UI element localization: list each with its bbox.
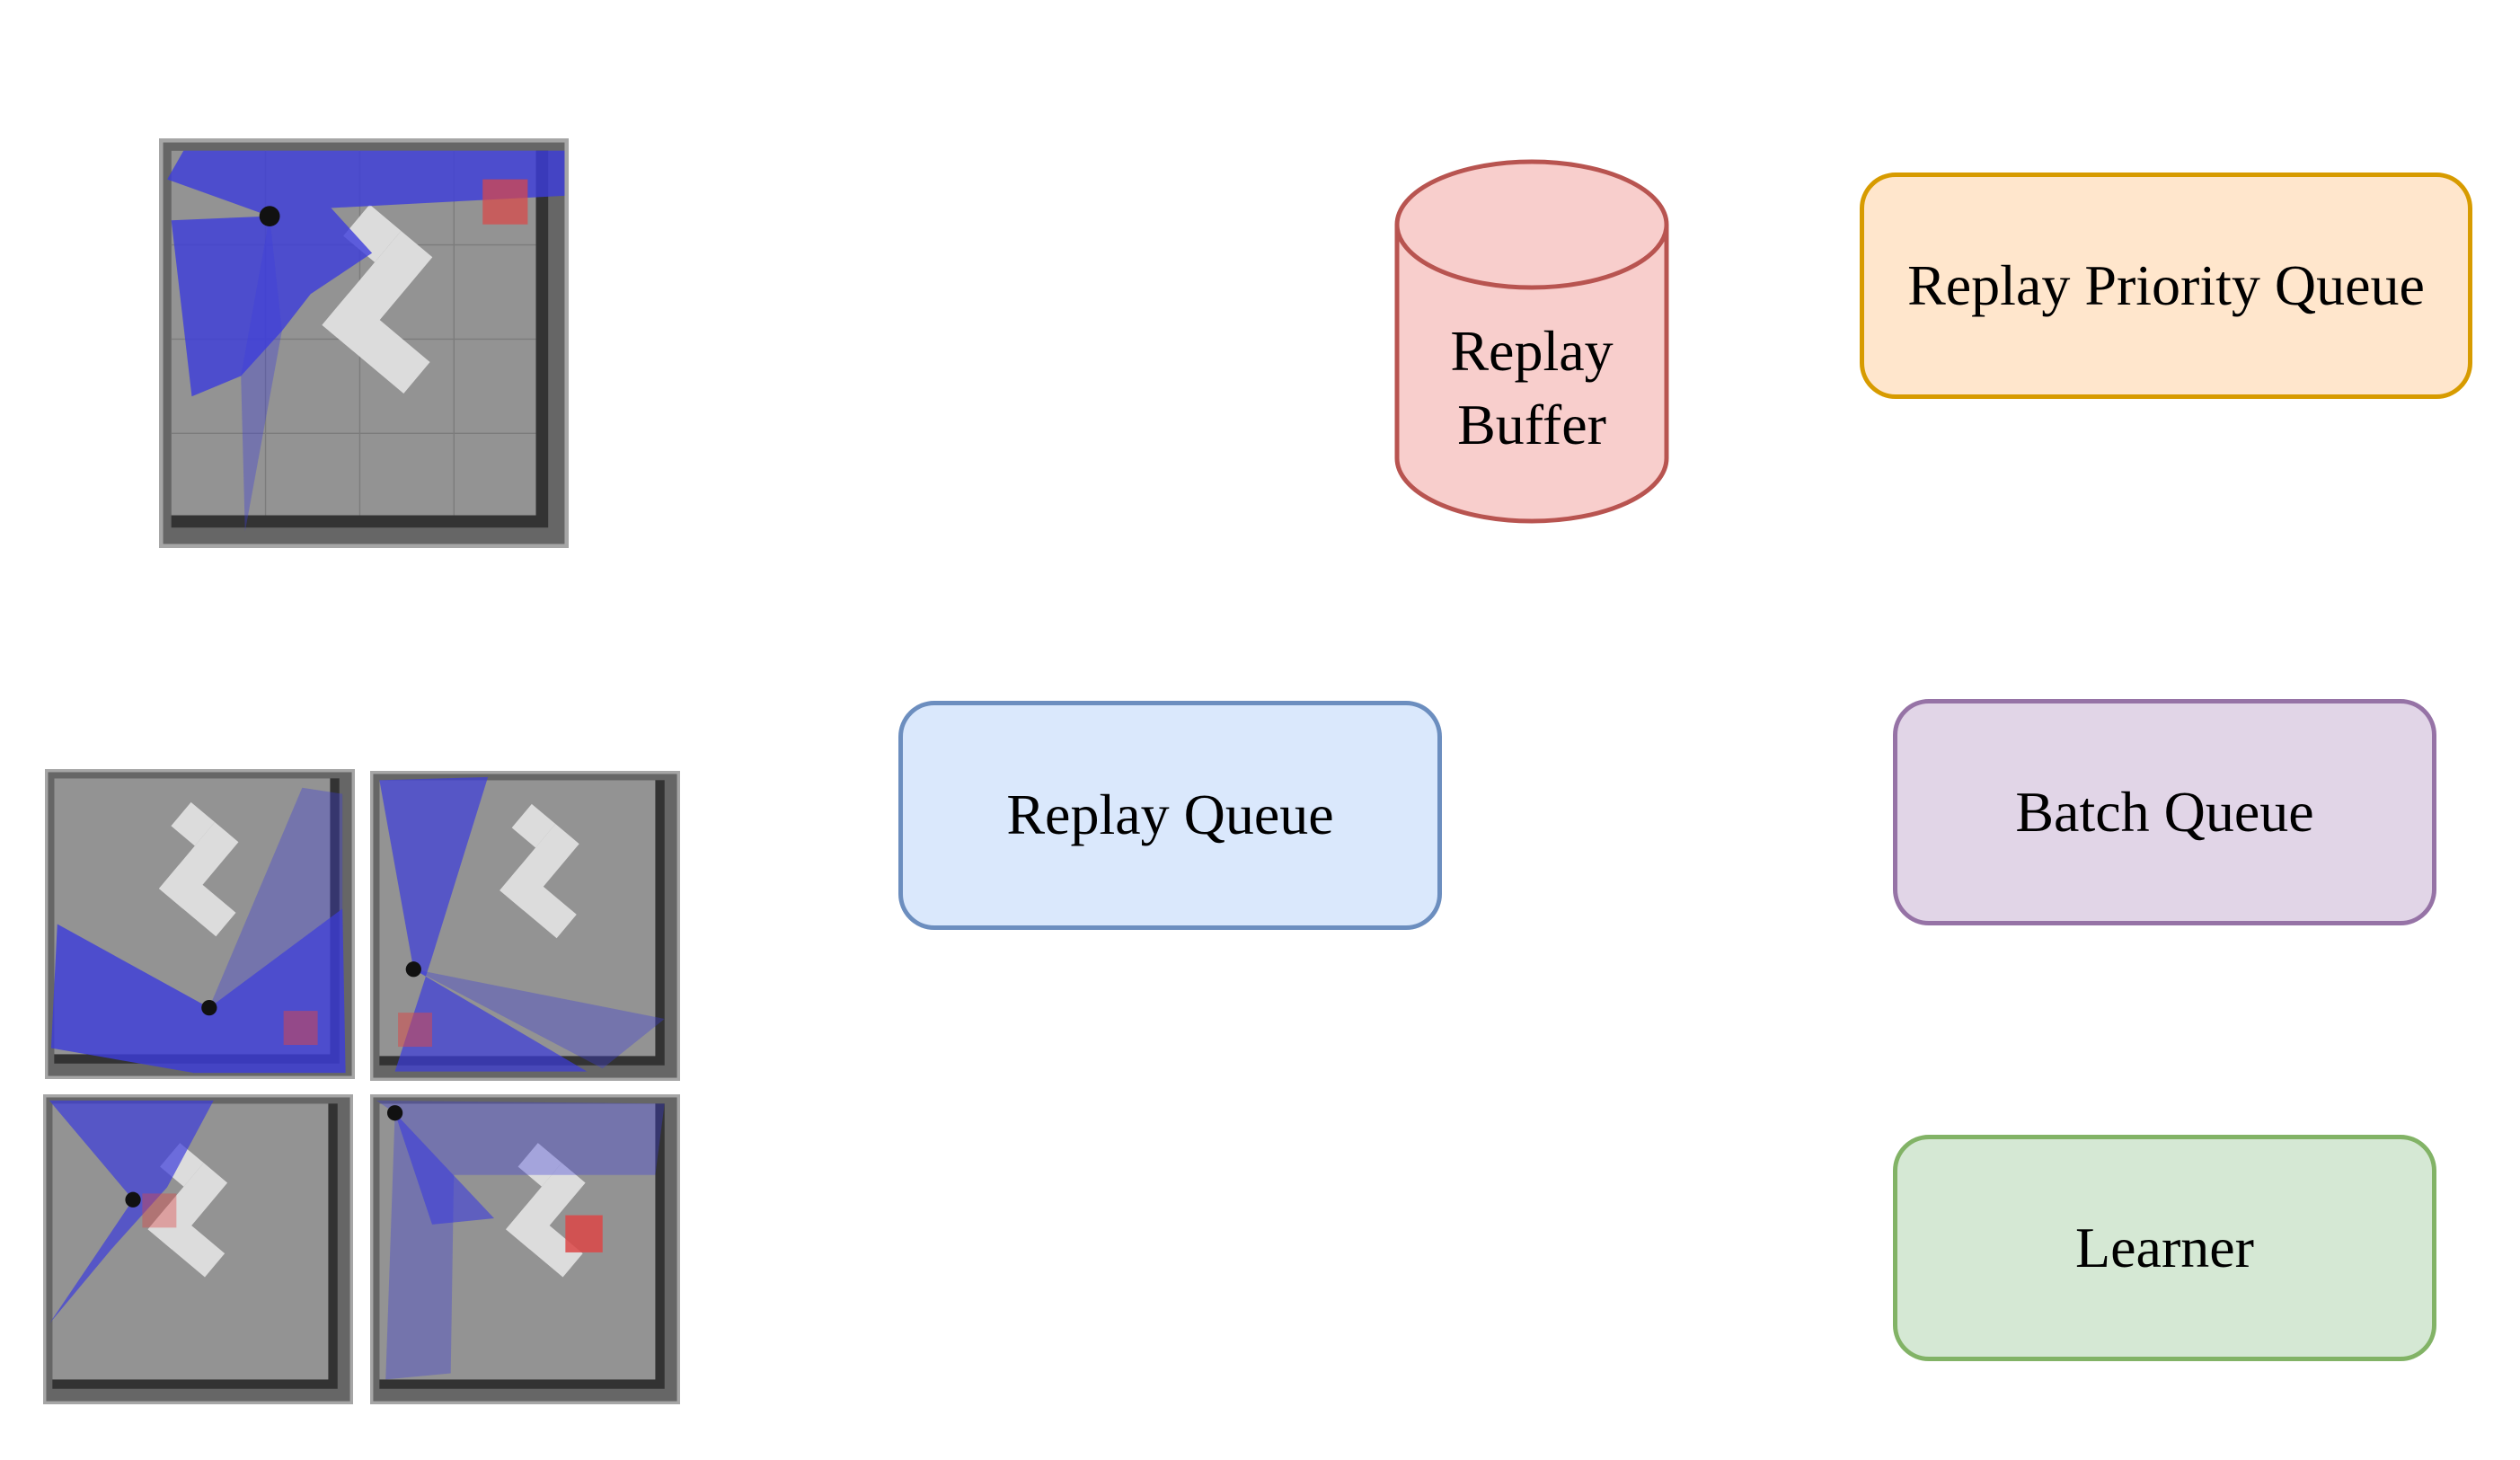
learner-node[interactable]: Learner [1893, 1135, 2436, 1361]
replay-queue-node[interactable]: Replay Queue [898, 701, 1442, 930]
goal-marker [565, 1215, 603, 1252]
robot [125, 1191, 141, 1208]
learner-label: Learner [2075, 1215, 2254, 1279]
replay-priority-queue-node[interactable]: Replay Priority Queue [1860, 173, 2472, 399]
robot [386, 1105, 403, 1121]
goal-marker [398, 1013, 432, 1048]
replay-buffer-label: Replay Buffer [1393, 314, 1671, 462]
goal-marker [142, 1193, 177, 1228]
batch-queue-label: Batch Queue [2015, 779, 2314, 844]
replay-priority-queue-label: Replay Priority Queue [1907, 252, 2425, 317]
goal-marker [482, 179, 528, 225]
environment-view-4 [370, 1094, 680, 1404]
environment-view-large [159, 138, 569, 548]
robot [201, 1000, 217, 1016]
replay-buffer-label-line2: Buffer [1457, 393, 1606, 456]
environment-view-1 [45, 769, 355, 1079]
replay-queue-label: Replay Queue [1006, 783, 1334, 847]
robot [405, 961, 421, 978]
goal-marker [283, 1011, 318, 1046]
environment-view-2 [370, 771, 680, 1081]
robot [259, 206, 280, 227]
replay-buffer-label-line1: Replay [1450, 319, 1614, 383]
batch-queue-node[interactable]: Batch Queue [1893, 699, 2436, 925]
environment-view-3 [43, 1094, 353, 1404]
